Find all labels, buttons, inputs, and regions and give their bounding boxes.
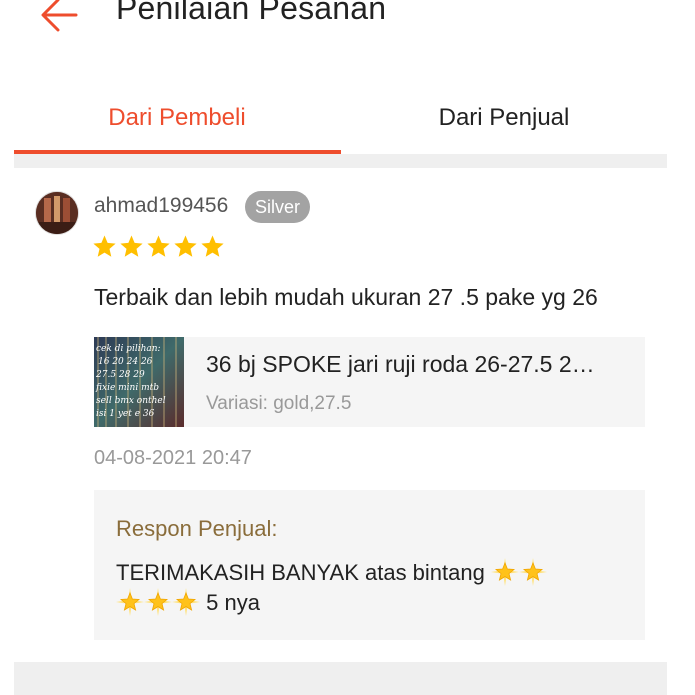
review-text: Terbaik dan lebih mudah ukuran 27 .5 pak… (94, 284, 598, 310)
star-sparkle-icon (116, 588, 144, 616)
product-card[interactable]: cek di pilihan: 16 20 24 26 27.5 28 29 f… (94, 337, 645, 427)
star-icon (174, 235, 197, 257)
thumb-text-line: sell bmx onthel (96, 396, 166, 406)
star-sparkle-icon (144, 588, 172, 616)
app-header: Penilaian Pesanan (0, 0, 695, 40)
thumb-text-line: isi 1 yet e 36 (96, 409, 155, 419)
product-variant: Variasi: gold,27.5 (206, 393, 352, 414)
product-thumbnail: cek di pilihan: 16 20 24 26 27.5 28 29 f… (94, 337, 184, 427)
response-text-end: 5 nya (206, 590, 260, 615)
tab-from-buyer[interactable]: Dari Pembeli (14, 82, 340, 154)
review-timestamp: 04-08-2021 20:47 (94, 447, 252, 469)
product-name: 36 bj SPOKE jari ruji roda 26-27.5 2… (206, 351, 595, 377)
tab-bar: Dari Pembeli Dari Penjual (14, 82, 667, 154)
star-icon (120, 235, 143, 257)
page-title: Penilaian Pesanan (116, 0, 387, 26)
avatar-image (36, 192, 78, 234)
response-text-start: TERIMAKASIH BANYAK atas bintang (116, 560, 485, 585)
seller-response-text: TERIMAKASIH BANYAK atas bintang 5 nya (116, 558, 626, 618)
section-divider (14, 154, 667, 168)
reviewer-username[interactable]: ahmad199456 (94, 194, 228, 218)
rating-stars (92, 234, 225, 264)
sparkle-emoji-group (116, 588, 200, 616)
tab-from-seller[interactable]: Dari Penjual (341, 82, 667, 154)
thumb-text-line: fixie mini mtb (95, 383, 159, 393)
arrow-left-icon[interactable] (38, 0, 80, 36)
seller-response-title: Respon Penjual: (116, 516, 278, 541)
star-icon (201, 235, 224, 257)
star-sparkle-icon (518, 558, 547, 586)
star-icon (147, 235, 170, 257)
star-sparkle-icon (172, 588, 200, 616)
next-review-divider (14, 662, 667, 695)
avatar[interactable] (36, 192, 78, 234)
thumb-text-line: cek di pilihan: (96, 344, 161, 354)
star-icon (93, 235, 116, 257)
seller-response: Respon Penjual: TERIMAKASIH BANYAK atas … (94, 490, 645, 640)
member-tier-badge: Silver (245, 191, 311, 223)
thumb-text-line: 27.5 28 29 (95, 370, 145, 380)
thumb-text-line: 16 20 24 26 (98, 357, 153, 367)
sparkle-emoji-group (490, 558, 547, 586)
star-sparkle-icon (490, 558, 519, 586)
